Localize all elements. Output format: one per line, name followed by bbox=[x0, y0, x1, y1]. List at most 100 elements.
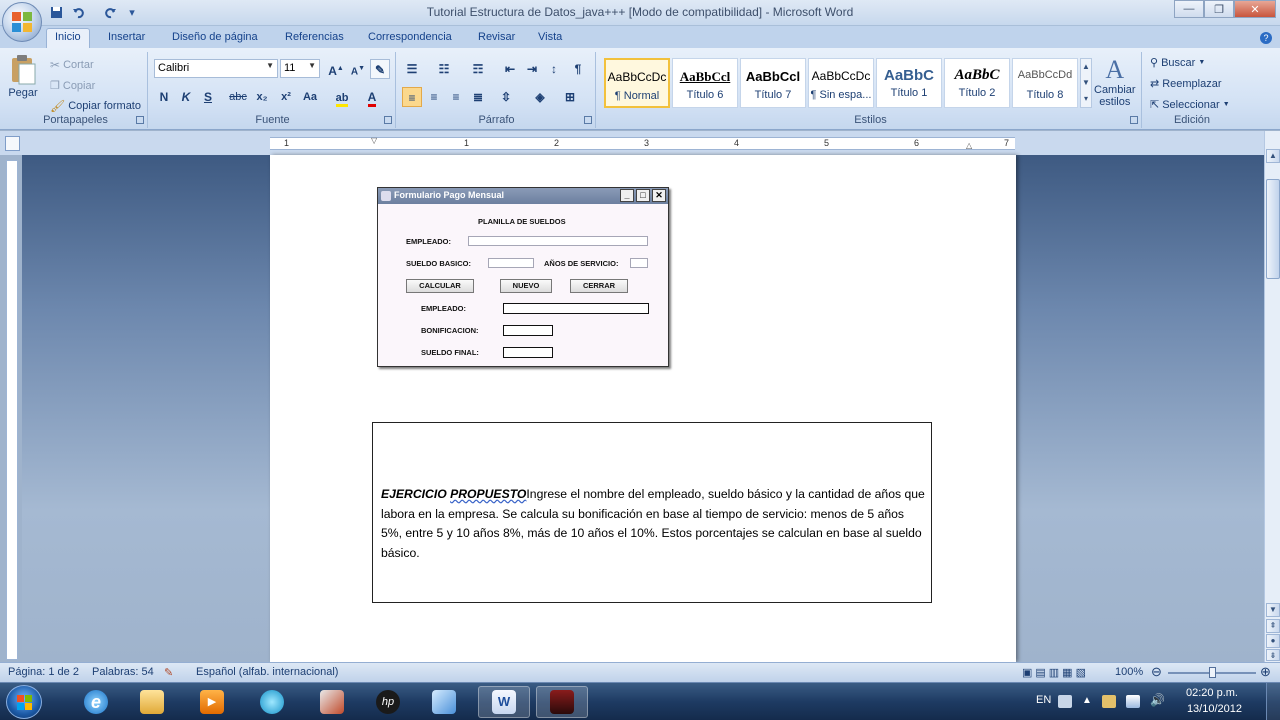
show-marks-icon[interactable]: ¶ bbox=[568, 59, 588, 79]
align-left-icon[interactable]: ≡ bbox=[402, 87, 422, 107]
clipboard-dialog-launcher-icon[interactable] bbox=[136, 116, 144, 124]
zoom-level[interactable]: 100% bbox=[1115, 666, 1143, 678]
first-line-indent-marker[interactable]: ▽ bbox=[371, 136, 377, 145]
decrease-indent-icon[interactable]: ⇤ bbox=[500, 59, 520, 79]
zoom-slider-knob[interactable] bbox=[1209, 667, 1216, 678]
help-icon[interactable]: ? bbox=[1260, 32, 1272, 44]
font-color-icon[interactable]: A bbox=[362, 87, 382, 107]
page-count[interactable]: Página: 1 de 2 bbox=[8, 666, 79, 678]
view-buttons[interactable]: ▣▤▥▦▧ bbox=[1022, 666, 1089, 679]
cut-button[interactable]: ✂ Cortar bbox=[50, 58, 94, 72]
tab-vista[interactable]: Vista bbox=[530, 29, 570, 45]
tab-selector-icon[interactable] bbox=[5, 136, 20, 151]
tab-insertar[interactable]: Insertar bbox=[100, 29, 153, 45]
exercise-paragraph[interactable]: EJERCICIO PROPUESTOIngrese el nombre del… bbox=[381, 485, 926, 563]
clock-date[interactable]: 13/10/2012 bbox=[1187, 703, 1242, 715]
style-titulo-8[interactable]: AaBbCcDd Título 8 bbox=[1012, 58, 1078, 108]
tab-diseno-pagina[interactable]: Diseño de página bbox=[164, 29, 266, 45]
style-normal[interactable]: AaBbCcDc ¶ Normal bbox=[604, 58, 670, 108]
exercise-text-box[interactable]: EJERCICIO PROPUESTOIngrese el nombre del… bbox=[372, 422, 932, 603]
horizontal-ruler[interactable]: 1 1 2 3 4 5 6 7 ▽ △ bbox=[270, 136, 1015, 150]
keyboard-icon[interactable] bbox=[1058, 695, 1072, 708]
styles-dialog-launcher-icon[interactable] bbox=[1130, 116, 1138, 124]
bold-button[interactable]: N bbox=[154, 87, 174, 107]
italic-button[interactable]: K bbox=[176, 87, 196, 107]
font-size-select[interactable]: 11 ▼ bbox=[280, 59, 320, 78]
close-button[interactable]: ✕ bbox=[1234, 0, 1276, 18]
taskbar-app-9[interactable] bbox=[536, 686, 588, 718]
shrink-font-icon[interactable]: A▼ bbox=[348, 59, 368, 79]
keyboard-language[interactable]: EN bbox=[1036, 694, 1051, 706]
change-case-button[interactable]: Aa bbox=[300, 87, 320, 107]
taskbar-app-5[interactable] bbox=[306, 686, 358, 718]
start-button[interactable] bbox=[6, 685, 42, 719]
superscript-button[interactable]: x² bbox=[276, 87, 296, 107]
right-indent-marker[interactable]: △ bbox=[966, 141, 972, 150]
replace-button[interactable]: ⇄ Reemplazar bbox=[1150, 77, 1222, 91]
taskbar-app-7[interactable] bbox=[418, 686, 470, 718]
shading-icon[interactable]: ◈ bbox=[530, 87, 550, 107]
justify-icon[interactable]: ≣ bbox=[468, 87, 488, 107]
volume-icon[interactable]: 🔊 bbox=[1150, 693, 1165, 707]
style-titulo-2[interactable]: AaBbC Título 2 bbox=[944, 58, 1010, 108]
vertical-scrollbar[interactable]: ▲ ▼ ⇞ ● ⇟ bbox=[1264, 131, 1280, 662]
select-button[interactable]: ⇱ Seleccionar ▼ bbox=[1150, 98, 1230, 112]
browse-object-icon[interactable]: ● bbox=[1266, 634, 1280, 648]
underline-button[interactable]: S bbox=[198, 87, 218, 107]
tab-correspondencia[interactable]: Correspondencia bbox=[360, 29, 460, 45]
language-status[interactable]: Español (alfab. internacional) bbox=[196, 666, 338, 678]
style-titulo-1[interactable]: AaBbC Título 1 bbox=[876, 58, 942, 108]
tray-arrow-icon[interactable]: ▲ bbox=[1082, 695, 1096, 708]
minimize-button[interactable]: — bbox=[1174, 0, 1204, 18]
format-painter-button[interactable]: 🖌 Copiar formato bbox=[50, 99, 141, 113]
action-center-icon[interactable] bbox=[1102, 695, 1116, 708]
tab-inicio[interactable]: Inicio bbox=[46, 28, 90, 48]
style-titulo-7[interactable]: AaBbCcl Título 7 bbox=[740, 58, 806, 108]
paste-button[interactable]: Pegar bbox=[8, 54, 38, 99]
find-button[interactable]: ⚲ Buscar ▼ bbox=[1150, 56, 1205, 70]
vertical-ruler[interactable] bbox=[6, 160, 18, 660]
styles-gallery-scroll[interactable]: ▲ ▼ ▾ bbox=[1080, 58, 1092, 108]
zoom-out-icon[interactable]: ⊖ bbox=[1151, 664, 1162, 680]
strikethrough-button[interactable]: abc bbox=[228, 87, 248, 107]
word-count[interactable]: Palabras: 54 bbox=[92, 666, 154, 678]
align-center-icon[interactable]: ≡ bbox=[424, 87, 444, 107]
taskbar-internet-explorer[interactable]: e bbox=[70, 686, 122, 718]
copy-button[interactable]: ❐ Copiar bbox=[50, 79, 95, 93]
document-page[interactable]: Formulario Pago Mensual _ □ ✕ PLANILLA D… bbox=[270, 155, 1016, 662]
form-screenshot-image[interactable]: Formulario Pago Mensual _ □ ✕ PLANILLA D… bbox=[377, 187, 669, 367]
taskbar-media-player[interactable]: ▶ bbox=[186, 686, 238, 718]
line-spacing-icon[interactable]: ⇳ bbox=[496, 87, 516, 107]
style-titulo-6[interactable]: AaBbCcl Título 6 bbox=[672, 58, 738, 108]
style-sin-espaciado[interactable]: AaBbCcDc ¶ Sin espa... bbox=[808, 58, 874, 108]
spellcheck-icon[interactable]: ✎ bbox=[164, 666, 173, 679]
taskbar-hp[interactable]: hp bbox=[362, 686, 414, 718]
taskbar-explorer[interactable] bbox=[126, 686, 178, 718]
font-family-select[interactable]: Calibri ▼ bbox=[154, 59, 278, 78]
subscript-button[interactable]: x₂ bbox=[252, 87, 272, 107]
tab-revisar[interactable]: Revisar bbox=[470, 29, 523, 45]
previous-page-icon[interactable]: ⇞ bbox=[1266, 619, 1280, 633]
scroll-up-icon[interactable]: ▲ bbox=[1266, 149, 1280, 163]
scroll-down-icon[interactable]: ▼ bbox=[1266, 603, 1280, 617]
tab-referencias[interactable]: Referencias bbox=[277, 29, 352, 45]
restore-button[interactable]: ❐ bbox=[1204, 0, 1234, 18]
align-right-icon[interactable]: ≡ bbox=[446, 87, 466, 107]
show-desktop-button[interactable] bbox=[1266, 683, 1280, 720]
numbering-icon[interactable]: ☷ bbox=[434, 59, 454, 79]
font-dialog-launcher-icon[interactable] bbox=[384, 116, 392, 124]
increase-indent-icon[interactable]: ⇥ bbox=[522, 59, 542, 79]
zoom-in-icon[interactable]: ⊕ bbox=[1260, 664, 1271, 680]
highlight-icon[interactable]: ab bbox=[332, 87, 352, 107]
paragraph-dialog-launcher-icon[interactable] bbox=[584, 116, 592, 124]
office-button[interactable] bbox=[2, 2, 42, 42]
taskbar-word[interactable]: W bbox=[478, 686, 530, 718]
change-styles-button[interactable]: A Cambiar estilos bbox=[1094, 56, 1136, 109]
clock-time[interactable]: 02:20 p.m. bbox=[1186, 687, 1238, 699]
taskbar-app-4[interactable] bbox=[246, 686, 298, 718]
sort-icon[interactable]: ↕ bbox=[544, 59, 564, 79]
clear-formatting-icon[interactable]: ✎ bbox=[370, 59, 390, 79]
grow-font-icon[interactable]: A▲ bbox=[326, 59, 346, 79]
next-page-icon[interactable]: ⇟ bbox=[1266, 649, 1280, 661]
borders-icon[interactable]: ⊞ bbox=[560, 87, 580, 107]
